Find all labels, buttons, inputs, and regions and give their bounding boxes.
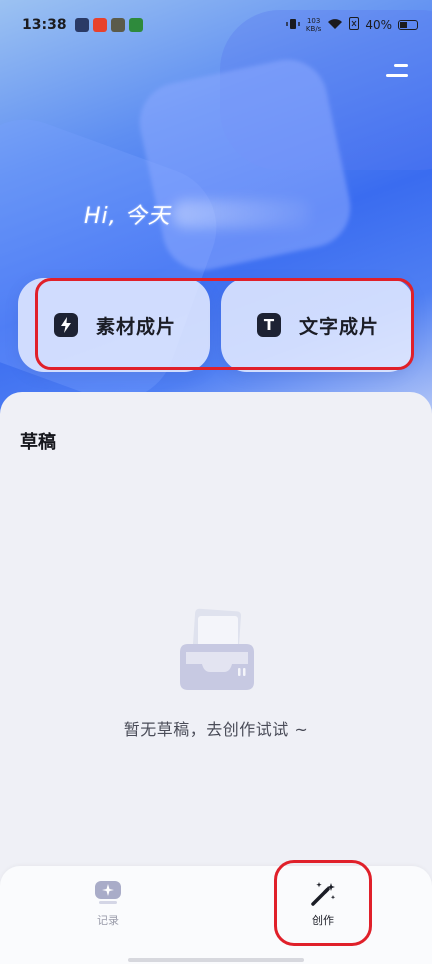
vibrate-icon [286, 17, 300, 34]
battery-icon [398, 20, 418, 30]
empty-drafts-text: 暂无草稿，去创作试试 ~ [123, 720, 309, 739]
status-right: 103 KB/s 40% [286, 17, 418, 34]
tab-record-label: 记录 [97, 914, 119, 927]
highlight-box-actions [35, 278, 414, 370]
weibo-icon [92, 18, 107, 32]
tab-record[interactable]: 记录 [68, 880, 148, 928]
notification-icons [74, 18, 143, 32]
app-notification-icon [110, 18, 125, 32]
menu-icon [386, 74, 408, 77]
status-time: 13:38 [22, 17, 67, 33]
network-speed-value: 103 [306, 17, 321, 25]
drafts-title: 草稿 [20, 432, 56, 453]
app-notification-icon [74, 18, 89, 32]
greeting-fade [172, 200, 312, 228]
wifi-icon [327, 18, 343, 33]
status-bar: 13:38 103 KB/s 40% [0, 0, 432, 50]
hero-decoration [132, 52, 358, 278]
empty-inbox-icon [180, 606, 254, 690]
menu-button[interactable] [386, 64, 408, 82]
home-indicator [128, 958, 304, 962]
battery-percent: 40% [365, 18, 392, 32]
network-speed: 103 KB/s [306, 17, 321, 33]
drafts-panel: 草稿 暂无草稿，去创作试试 ~ [0, 392, 432, 892]
app-notification-icon [128, 18, 143, 32]
network-speed-unit: KB/s [305, 25, 322, 33]
highlight-box-create-tab [274, 860, 372, 946]
menu-icon [394, 64, 408, 67]
record-icon [94, 880, 122, 906]
sim-icon [349, 17, 360, 33]
greeting-text: Hi, 今天 [84, 204, 171, 229]
